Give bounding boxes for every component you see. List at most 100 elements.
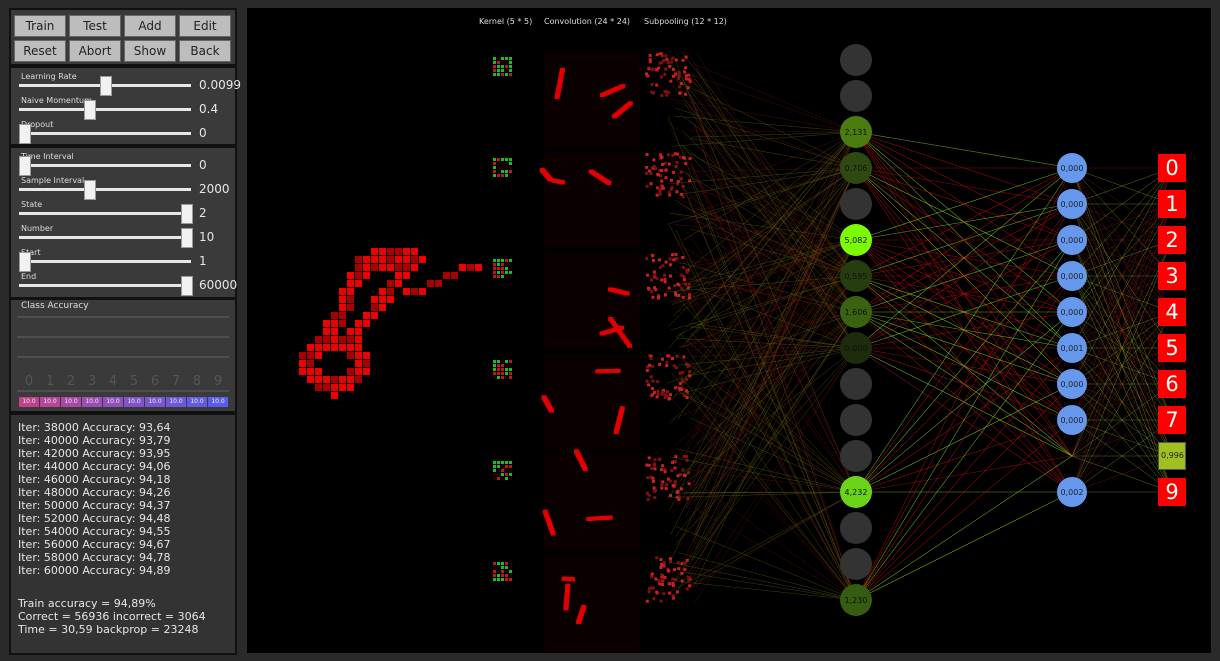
class-digit-label: 6 — [150, 374, 160, 389]
slider-track[interactable] — [19, 132, 191, 135]
kernel-cell — [493, 170, 496, 173]
pool-pixel — [656, 380, 660, 384]
pool-pixel — [674, 459, 678, 463]
slider-thumb[interactable] — [19, 124, 31, 144]
synapse-line — [683, 389, 857, 601]
pool-pixel — [650, 586, 654, 590]
divider — [17, 390, 229, 392]
pool-pixel — [665, 360, 669, 364]
slider-thumb[interactable] — [181, 228, 193, 248]
kernel-map — [493, 360, 512, 379]
kernel-cell — [501, 170, 504, 173]
input-pixel — [355, 344, 362, 351]
abort-button[interactable]: Abort — [69, 40, 121, 62]
edit-button[interactable]: Edit — [179, 15, 231, 37]
pool-pixel — [645, 369, 649, 372]
kernel-cell — [501, 69, 504, 72]
pool-pixel — [646, 498, 650, 502]
kernel-cell — [497, 69, 500, 72]
input-pixel — [355, 360, 362, 367]
slider-track[interactable] — [19, 212, 191, 215]
kernel-cell — [493, 364, 496, 367]
kernel-cell — [501, 267, 504, 270]
kernel-cell — [497, 166, 500, 169]
pool-pixel — [657, 296, 660, 300]
slider-thumb[interactable] — [83, 100, 96, 120]
input-pixel — [475, 264, 482, 271]
synapse-line — [689, 275, 857, 578]
kernel-cell — [497, 65, 500, 68]
summary-line: Train accuracy = 94,89% — [18, 597, 156, 610]
pool-pixel — [648, 586, 652, 590]
start-slider[interactable]: Start1 — [11, 248, 235, 272]
kernel-cell — [493, 259, 496, 262]
show-button[interactable]: Show — [124, 40, 176, 62]
pool-pixel — [647, 590, 651, 594]
number-slider[interactable]: Number 10 — [11, 224, 235, 248]
pool-pixel — [668, 257, 672, 261]
slider-thumb[interactable] — [181, 276, 193, 296]
conv-pixel — [560, 180, 566, 185]
slider-thumb[interactable] — [181, 204, 193, 224]
kernel-cell — [497, 271, 500, 274]
naive-momentum-slider[interactable]: Naive Momentum 0.4 — [11, 96, 235, 120]
slider-track[interactable] — [19, 260, 191, 263]
pool-pixel — [652, 486, 656, 490]
kernel-cell — [501, 57, 504, 60]
test-button[interactable]: Test — [69, 15, 121, 37]
pool-pixel — [650, 466, 654, 470]
hidden-neuron-value: 0,706 — [845, 164, 868, 173]
slider-track[interactable] — [19, 188, 191, 191]
state-slider[interactable]: State 2 — [11, 200, 235, 224]
slider-thumb[interactable] — [100, 76, 112, 96]
input-pixel — [323, 376, 330, 383]
input-pixel — [331, 384, 338, 391]
slider-thumb[interactable] — [19, 252, 31, 272]
input-pixel — [363, 272, 370, 279]
kernel-cell — [493, 360, 496, 363]
kernel-cell — [493, 461, 496, 464]
action-buttons-panel: Train Test Add Edit Reset Abort Show Back — [9, 8, 237, 66]
pool-pixel — [663, 161, 667, 165]
slider-track[interactable] — [19, 284, 191, 287]
kernel-cell — [501, 368, 504, 371]
pool-pixel — [650, 278, 654, 282]
pool-pixel — [676, 152, 679, 156]
slider-thumb[interactable] — [83, 180, 96, 200]
input-pixel — [299, 352, 306, 359]
kernel-cell — [493, 166, 496, 169]
kernel-cell — [505, 73, 508, 76]
train-button[interactable]: Train — [14, 15, 66, 37]
pool-pixel — [668, 396, 671, 400]
synapse-line — [671, 65, 857, 313]
input-pixel — [371, 256, 378, 263]
pool-pixel — [652, 91, 655, 95]
kernel-cell — [505, 65, 508, 68]
kernel-cell — [509, 65, 512, 68]
training-summary: Train accuracy = 94,89% Correct = 56936 i… — [18, 597, 206, 636]
dropout-slider[interactable]: Dropout 0 — [11, 120, 235, 144]
slider-track[interactable] — [19, 108, 191, 111]
input-pixel — [387, 280, 394, 287]
kernel-cell — [505, 166, 508, 169]
end-slider[interactable]: End 60000 — [11, 272, 237, 296]
back-button[interactable]: Back — [179, 40, 231, 62]
reset-button[interactable]: Reset — [14, 40, 66, 62]
slider-track[interactable] — [19, 164, 191, 167]
kernel-cell — [509, 368, 512, 371]
pool-pixel — [651, 476, 655, 480]
learning-rate-slider[interactable]: Learning Rate 0.0099 — [11, 72, 241, 96]
pool-pixel — [645, 171, 648, 175]
slider-track[interactable] — [19, 236, 191, 239]
slider-thumb[interactable] — [19, 156, 31, 176]
kernel-cell — [509, 267, 512, 270]
time-interval-slider[interactable]: Time Interval 0 — [11, 152, 235, 176]
pool-pixel — [664, 260, 668, 264]
kernel-cell — [509, 73, 512, 76]
synapse-line — [855, 419, 1073, 601]
kernel-cell — [501, 360, 504, 363]
add-button[interactable]: Add — [124, 15, 176, 37]
kernel-cell — [501, 61, 504, 64]
kernel-cell — [509, 477, 512, 480]
sample-interval-slider[interactable]: Sample Interval 2000 — [11, 176, 235, 200]
